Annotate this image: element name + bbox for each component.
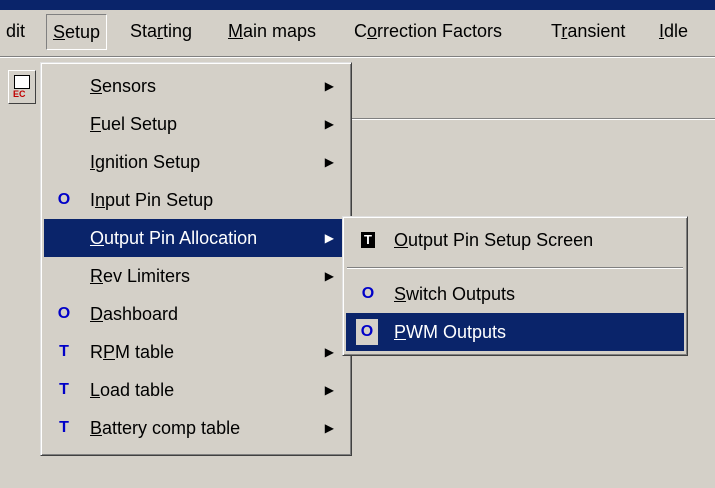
menu-main-maps-mnemonic: M: [228, 21, 243, 41]
menu-main-maps[interactable]: Main maps: [222, 14, 322, 48]
menu-item-label: Battery comp table: [90, 418, 241, 438]
menu-item-label: Output Pin Setup Screen: [394, 230, 594, 250]
menu-setup-mnemonic: S: [53, 22, 66, 42]
menu-item-fuel-setup[interactable]: Fuel Setup ▶: [44, 105, 348, 143]
table-icon: T: [358, 221, 378, 259]
menu-item-pwm-outputs[interactable]: O PWM Outputs: [346, 313, 684, 351]
table-icon: T: [59, 381, 69, 398]
menu-transient-pre: T: [551, 21, 562, 41]
menu-item-battery-comp-table[interactable]: T Battery comp table ▶: [44, 409, 348, 447]
menu-item-rpm-table[interactable]: T RPM table ▶: [44, 333, 348, 371]
menu-item-load-table[interactable]: T Load table ▶: [44, 371, 348, 409]
submenu-arrow-icon: ▶: [324, 155, 334, 169]
menu-correction-mnemonic: o: [367, 21, 378, 41]
output-pin-submenu: T Output Pin Setup Screen O Switch Outpu…: [342, 216, 688, 356]
menu-edit-label: dit: [6, 21, 26, 41]
menu-item-label: PWM Outputs: [394, 322, 507, 342]
menu-main-maps-label: ain maps: [243, 21, 317, 41]
menu-edit[interactable]: dit: [0, 14, 31, 48]
submenu-arrow-icon: ▶: [324, 117, 334, 131]
form-icon: O: [361, 285, 375, 302]
menu-item-label: RPM table: [90, 342, 175, 362]
menu-item-label: Rev Limiters: [90, 266, 191, 286]
menu-item-label: Dashboard: [90, 304, 179, 324]
form-icon: O: [57, 305, 71, 322]
menu-item-label: Ignition Setup: [90, 152, 201, 172]
menu-item-label: Load table: [90, 380, 175, 400]
menu-starting[interactable]: Starting: [124, 14, 198, 48]
toolbar-button-badge: EC: [13, 89, 26, 99]
menu-item-label: Sensors: [90, 76, 157, 96]
menu-starting-pre: Sta: [130, 21, 158, 41]
menu-separator: [347, 267, 683, 269]
menu-item-label: Output Pin Allocation: [90, 228, 258, 248]
menu-item-label: Switch Outputs: [394, 284, 516, 304]
menu-transient-label: ansient: [567, 21, 626, 41]
menu-item-sensors[interactable]: Sensors ▶: [44, 67, 348, 105]
title-bar: [0, 0, 715, 10]
menu-correction-factors[interactable]: Correction Factors: [348, 14, 508, 48]
menu-item-label: Input Pin Setup: [90, 190, 214, 210]
menu-bar: dit Setup Starting Main maps Correction …: [0, 10, 715, 56]
menu-item-output-pin-setup-screen[interactable]: T Output Pin Setup Screen: [346, 221, 684, 259]
menu-item-label: Fuel Setup: [90, 114, 178, 134]
table-icon: T: [59, 419, 69, 436]
form-icon: O: [356, 319, 378, 345]
toolbar-divider: [0, 56, 715, 58]
menu-setup-label: etup: [65, 22, 101, 42]
menu-starting-label: ting: [163, 21, 193, 41]
submenu-arrow-icon: ▶: [324, 269, 334, 283]
menu-item-dashboard[interactable]: O Dashboard: [44, 295, 348, 333]
menu-correction-label: rrection Factors: [377, 21, 503, 41]
menu-item-switch-outputs[interactable]: O Switch Outputs: [346, 275, 684, 313]
submenu-arrow-icon: ▶: [324, 79, 334, 93]
menu-setup[interactable]: Setup: [46, 14, 108, 50]
setup-menu: Sensors ▶ Fuel Setup ▶ Ignition Setup ▶ …: [40, 62, 352, 456]
document-icon: [14, 75, 30, 89]
menu-item-output-pin-allocation[interactable]: Output Pin Allocation ▶: [44, 219, 348, 257]
menu-correction-pre: C: [354, 21, 367, 41]
menu-item-input-pin-setup[interactable]: O Input Pin Setup: [44, 181, 348, 219]
submenu-arrow-icon: ▶: [324, 383, 334, 397]
menu-idle-label: dle: [664, 21, 689, 41]
ecu-toolbar-button[interactable]: EC: [8, 70, 36, 104]
toolbar-groove: [350, 118, 715, 120]
table-icon: T: [59, 343, 69, 360]
menu-idle[interactable]: Idle: [653, 14, 694, 48]
submenu-arrow-icon: ▶: [324, 231, 334, 245]
submenu-arrow-icon: ▶: [324, 345, 334, 359]
submenu-arrow-icon: ▶: [324, 421, 334, 435]
menu-item-ignition-setup[interactable]: Ignition Setup ▶: [44, 143, 348, 181]
menu-item-rev-limiters[interactable]: Rev Limiters ▶: [44, 257, 348, 295]
form-icon: O: [57, 191, 71, 208]
menu-transient[interactable]: Transient: [545, 14, 631, 48]
